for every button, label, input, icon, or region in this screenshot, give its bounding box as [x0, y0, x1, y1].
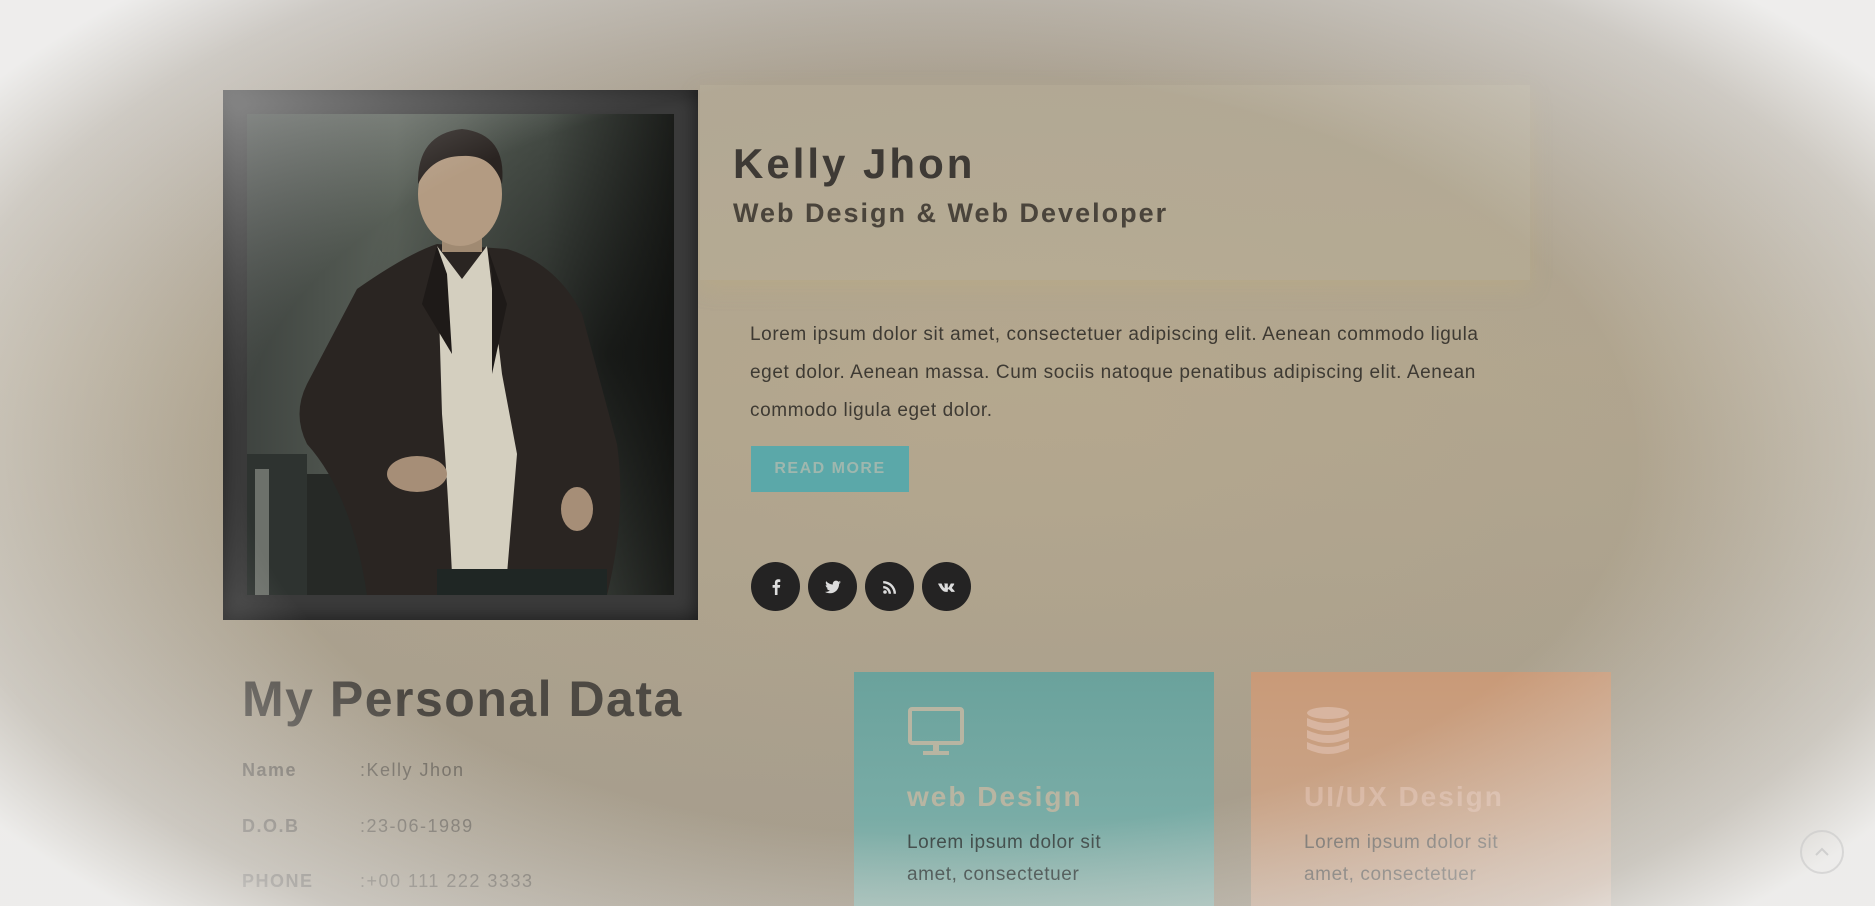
profile-photo: [247, 114, 674, 595]
profile-photo-frame: [223, 90, 698, 620]
scroll-to-top-button[interactable]: [1800, 830, 1844, 874]
personal-data-label: D.O.B: [242, 816, 300, 836]
chevron-up-icon: [1815, 847, 1829, 856]
personal-data-label: Name: [242, 760, 298, 780]
personal-data-title: My Personal Data: [242, 671, 683, 727]
personal-data-row: Name :Kelly Jhon: [242, 760, 465, 781]
personal-data-value: :+00 111 222 3333: [360, 871, 534, 891]
personal-data-value: :Kelly Jhon: [360, 760, 465, 780]
service-text: Lorem ipsum dolor sit amet, consectetuer: [1304, 832, 1499, 885]
rss-icon[interactable]: [865, 562, 914, 611]
read-more-button[interactable]: READ MORE: [751, 446, 909, 492]
personal-data-row: PHONE :+00 111 222 3333: [242, 871, 533, 892]
social-links: [751, 562, 971, 611]
profile-role: Web Design & Web Developer: [733, 198, 1169, 228]
personal-data-value: :23-06-1989: [360, 816, 474, 836]
service-title: web Design: [907, 781, 1083, 812]
personal-data-label: PHONE: [242, 871, 314, 891]
vk-icon[interactable]: [922, 562, 971, 611]
facebook-icon[interactable]: [751, 562, 800, 611]
profile-bio: Lorem ipsum dolor sit amet, consectetuer…: [750, 324, 1479, 421]
service-text: Lorem ipsum dolor sit amet, consectetuer: [907, 832, 1102, 885]
profile-name: Kelly Jhon: [733, 140, 976, 187]
service-card-uiux-design[interactable]: UI/UX Design Lorem ipsum dolor sit amet,…: [1251, 672, 1611, 906]
twitter-icon[interactable]: [808, 562, 857, 611]
database-icon: [1307, 707, 1349, 754]
monitor-icon: [908, 707, 964, 755]
service-card-web-design[interactable]: web Design Lorem ipsum dolor sit amet, c…: [854, 672, 1214, 906]
service-title: UI/UX Design: [1304, 781, 1504, 812]
personal-data-row: D.O.B :23-06-1989: [242, 816, 474, 837]
